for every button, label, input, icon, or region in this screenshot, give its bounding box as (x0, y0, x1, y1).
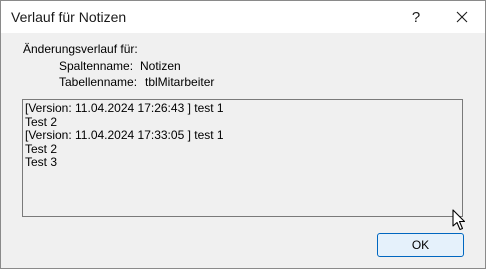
mouse-pointer-icon (452, 209, 466, 231)
history-line: [Version: 11.04.2024 17:26:43 ] test 1 (25, 101, 224, 115)
history-dialog: Verlauf für Notizen ? Änderungsverlauf f… (0, 0, 486, 269)
help-icon: ? (411, 8, 421, 26)
dialog-content: Änderungsverlauf für: Spaltenname: Notiz… (1, 33, 485, 268)
ok-button[interactable]: OK (377, 233, 464, 257)
close-icon (456, 11, 468, 23)
history-heading: Änderungsverlauf für: (23, 42, 138, 56)
help-button[interactable]: ? (393, 1, 439, 33)
history-line: Test 2 (25, 114, 58, 129)
window-title: Verlauf für Notizen (11, 9, 127, 25)
close-button[interactable] (439, 1, 485, 33)
history-textbox[interactable]: [Version: 11.04.2024 17:26:43 ] test 1 T… (22, 99, 463, 217)
table-name-label: Tabellenname: (59, 75, 138, 89)
column-name-label: Spaltenname: (59, 59, 134, 73)
history-line: [Version: 11.04.2024 17:33:05 ] test 1 (25, 128, 224, 142)
history-line: Test 3 (25, 155, 58, 169)
title-bar[interactable]: Verlauf für Notizen ? (1, 1, 485, 33)
column-name-value: Notizen (140, 59, 181, 73)
table-name-value: tblMitarbeiter (145, 75, 215, 89)
history-line: Test 2 (25, 141, 58, 156)
